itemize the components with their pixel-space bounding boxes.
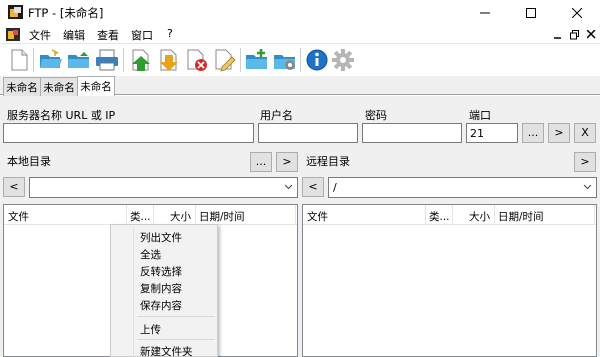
menu-edit[interactable]: 编辑 [63,27,85,43]
window-title: FTP - [未命名] [28,6,104,20]
mdi-child-icon[interactable] [6,28,20,41]
col-type[interactable]: 类... [426,205,453,225]
ctx-invert-selection[interactable]: 反转选择 [113,262,217,279]
remote-list-header: 文件 类... 大小 日期/时间 [303,205,596,225]
tab-document-1[interactable]: 未命名 [3,77,41,96]
ctx-select-all[interactable]: 全选 [113,245,217,262]
col-type[interactable]: 类... [127,205,154,225]
menu-help[interactable]: ? [167,27,173,40]
toolbar [0,44,600,76]
ctx-upload[interactable]: 上传 [113,320,217,337]
remote-file-list[interactable]: 文件 类... 大小 日期/时间 [302,204,597,357]
ctx-copy-content[interactable]: 复制内容 [113,279,217,296]
col-datetime[interactable]: 日期/时间 [196,205,296,225]
title-bar: FTP - [未命名] [0,0,600,25]
server-input[interactable] [3,123,254,143]
mdi-restore-icon[interactable] [570,30,580,40]
new-doc-icon[interactable] [6,47,32,73]
new-folder-icon[interactable] [244,47,270,73]
ctx-save-content[interactable]: 保存内容 [113,296,217,313]
close-button[interactable] [554,0,600,25]
col-file[interactable]: 文件 [303,205,426,225]
settings-icon[interactable] [330,47,356,73]
menu-file[interactable]: 文件 [29,27,51,43]
minimize-icon [480,12,490,13]
properties-icon[interactable] [272,47,298,73]
server-label: 服务器名称 URL 或 IP [7,109,116,122]
app-icon [8,5,23,19]
minimize-button[interactable] [462,0,508,25]
open-folder-icon[interactable] [38,47,64,73]
upload-icon[interactable] [128,47,154,73]
menu-window[interactable]: 窗口 [131,27,153,43]
maximize-button[interactable] [508,0,554,25]
edit-icon[interactable] [212,47,238,73]
port-label: 端口 [469,109,491,122]
remote-back-button[interactable]: < [302,177,324,197]
col-size[interactable]: 大小 [453,205,495,225]
browse-server-button[interactable]: ... [522,123,544,143]
info-icon[interactable] [304,47,330,73]
ctx-new-folder[interactable]: 新建文件夹 [113,342,217,357]
local-dir-label: 本地目录 [7,155,51,168]
col-datetime[interactable]: 日期/时间 [495,205,595,225]
col-size[interactable]: 大小 [154,205,196,225]
chevron-down-icon [284,184,293,190]
local-path-combo[interactable] [29,177,298,198]
tab-document-2[interactable]: 未命名 [40,77,78,96]
tab-document-3[interactable]: 未命名 [77,76,115,96]
context-menu: 列出文件 全选 反转选择 复制内容 保存内容 上传 新建文件夹 [110,224,218,357]
chevron-down-icon [583,184,592,190]
ctx-separator [137,339,215,340]
port-input[interactable]: 21 [466,123,518,143]
menu-view[interactable]: 查看 [97,27,119,43]
mdi-minimize-icon[interactable] [554,31,562,39]
close-icon [572,7,582,18]
user-input[interactable] [258,123,358,143]
ctx-list-files[interactable]: 列出文件 [113,228,217,245]
local-back-button[interactable]: < [3,177,25,197]
local-browse-button[interactable]: ... [250,152,272,172]
remote-path-combo[interactable]: / [328,177,597,198]
local-list-header: 文件 类... 大小 日期/时间 [4,205,297,225]
password-label: 密码 [365,109,387,122]
disconnect-button[interactable]: X [574,123,596,143]
remote-path-value: / [333,181,337,194]
maximize-icon [526,7,536,18]
col-file[interactable]: 文件 [4,205,127,225]
mdi-close-icon[interactable] [587,30,596,39]
delete-icon[interactable] [184,47,210,73]
ctx-separator [137,316,215,317]
ftp-panel: 服务器名称 URL 或 IP 用户名 密码 端口 21 ... > X 本地目录… [0,96,600,357]
remote-go-button[interactable]: > [574,152,596,172]
password-input[interactable] [362,123,462,143]
connect-button[interactable]: > [548,123,570,143]
menu-bar: 文件 编辑 查看 窗口 ? [0,25,600,44]
local-go-button[interactable]: > [276,152,298,172]
document-tabs: 未命名 未命名 未命名 [0,76,600,96]
save-folder-icon[interactable] [66,47,92,73]
remote-dir-label: 远程目录 [306,155,350,168]
print-icon[interactable] [94,47,120,73]
download-icon[interactable] [156,47,182,73]
user-label: 用户名 [260,109,293,122]
